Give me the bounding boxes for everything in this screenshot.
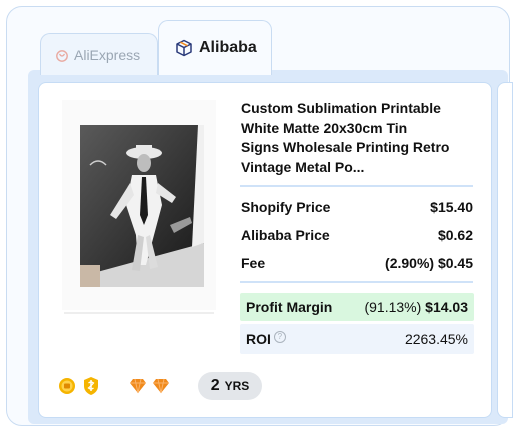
diamond-icon[interactable] (152, 378, 170, 394)
profit-margin-percent: (91.13%) (364, 299, 422, 315)
product-title-line: White Matte 20x30cm Tin (241, 119, 408, 136)
tab-aliexpress-label: AliExpress (74, 46, 141, 63)
roi-value: 2263.45% (404, 331, 468, 347)
shopify-price-row: Shopify Price $15.40 (241, 199, 473, 215)
shopify-price-value: $15.40 (430, 199, 473, 215)
fee-value: (2.90%) $0.45 (385, 255, 473, 271)
help-icon[interactable]: ? (273, 331, 286, 343)
fee-label: Fee (241, 255, 266, 271)
years-badge: 2 YRS (198, 372, 262, 400)
aliexpress-logo-icon (56, 49, 68, 62)
fee-row: Fee (2.90%) $0.45 (241, 255, 473, 271)
product-title-line: Signs Wholesale Printing Retro (241, 139, 450, 155)
divider (240, 185, 473, 187)
roi-label-group: ROI? (246, 331, 286, 347)
image-divider (64, 312, 214, 314)
profit-margin-value: $14.03 (425, 299, 468, 315)
verified-shield-icon[interactable] (82, 376, 100, 396)
tab-alibaba-label: Alibaba (199, 39, 257, 56)
alibaba-price-row: Alibaba Price $0.62 (241, 227, 473, 243)
tab-aliexpress[interactable]: AliExpress (40, 33, 158, 75)
box-icon (175, 39, 193, 57)
product-title[interactable]: Custom Sublimation Printable White Matte… (241, 99, 466, 177)
product-title-line: Vintage Metal Po... (241, 158, 365, 175)
profit-margin-label: Profit Margin (246, 299, 333, 315)
alibaba-price-value: $0.62 (437, 227, 473, 243)
years-unit: YRS (224, 379, 250, 393)
years-number: 2 (210, 377, 220, 394)
profit-margin-row: Profit Margin (91.13%) $14.03 (240, 293, 474, 321)
product-image[interactable] (80, 125, 204, 287)
shopify-price-label: Shopify Price (241, 199, 331, 215)
roi-label: ROI (246, 331, 271, 347)
gold-supplier-icon[interactable] (58, 377, 76, 395)
divider (240, 281, 473, 283)
product-title-line: Custom Sublimation Printable (241, 100, 441, 116)
profit-margin-values: (91.13%) $14.03 (364, 299, 468, 315)
alibaba-price-label: Alibaba Price (241, 227, 330, 243)
diamond-icon[interactable] (129, 378, 147, 394)
roi-row: ROI? 2263.45% (240, 324, 474, 354)
tab-alibaba[interactable]: Alibaba (158, 20, 272, 75)
next-card-edge (497, 82, 513, 418)
